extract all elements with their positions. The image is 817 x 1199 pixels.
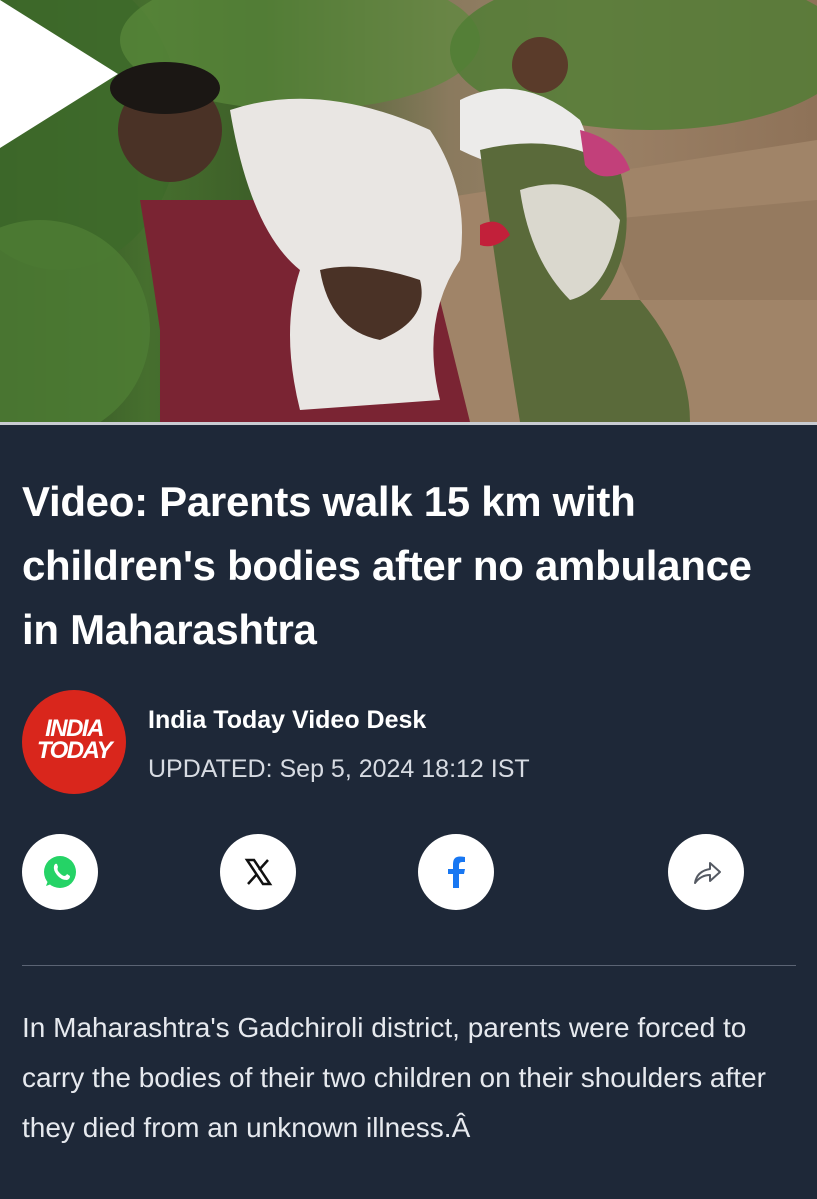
section-divider xyxy=(22,965,796,966)
india-today-logo[interactable]: INDIA TODAY xyxy=(22,690,126,794)
author-name[interactable]: India Today Video Desk xyxy=(148,706,426,735)
facebook-share-button[interactable] xyxy=(418,834,494,910)
article-body: In Maharashtra's Gadchiroli district, pa… xyxy=(22,1012,766,1143)
share-icon xyxy=(694,862,721,884)
updated-timestamp: UPDATED: Sep 5, 2024 18:12 IST xyxy=(148,755,530,783)
x-share-button[interactable] xyxy=(220,834,296,910)
whatsapp-icon xyxy=(44,856,76,888)
logo-text-line2: TODAY xyxy=(36,737,113,764)
play-icon[interactable] xyxy=(0,0,118,148)
article-title: Video: Parents walk 15 km with children'… xyxy=(22,478,752,653)
x-icon xyxy=(244,858,273,886)
video-bottom-border xyxy=(0,422,817,425)
share-button[interactable] xyxy=(668,834,744,910)
video-thumbnail xyxy=(0,0,817,422)
logo-text: INDIA TODAY xyxy=(22,717,126,764)
facebook-icon xyxy=(448,856,465,888)
whatsapp-share-button[interactable] xyxy=(22,834,98,910)
video-player[interactable] xyxy=(0,0,817,422)
